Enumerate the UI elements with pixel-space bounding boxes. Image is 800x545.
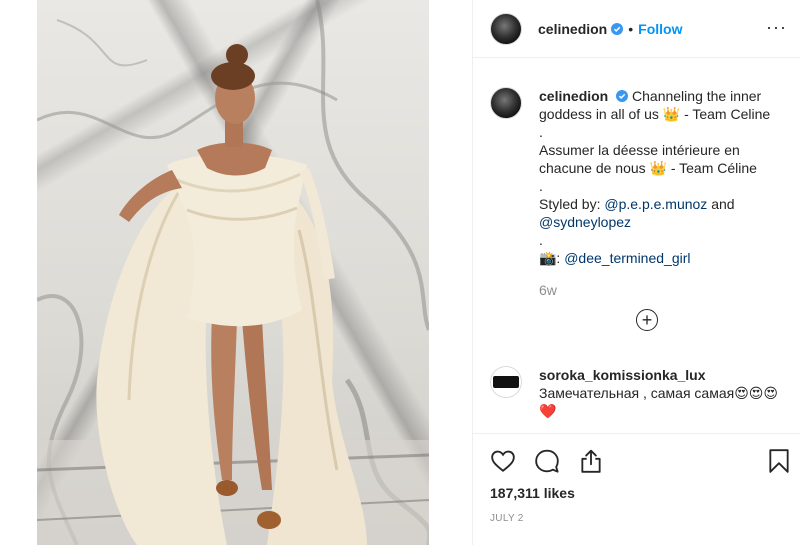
mention-link[interactable]: @dee_termined_girl xyxy=(564,250,690,266)
verified-badge-icon xyxy=(611,22,624,35)
caption-and: and xyxy=(707,196,735,212)
comment-body: soroka_komissionka_lux Замечательная , с… xyxy=(539,366,790,420)
post-actions: 187,311 likes JULY 2 xyxy=(473,433,800,545)
load-more-comments-icon[interactable]: + xyxy=(636,309,658,331)
camera-emoji: 📸: xyxy=(539,250,565,266)
caption: celinedion Channeling the inner goddess … xyxy=(490,87,790,267)
mention-link[interactable]: @sydneylopez xyxy=(539,214,631,230)
post-header: celinedion • Follow ··· xyxy=(473,0,800,58)
post-side-panel: celinedion • Follow ··· celinedion Chann… xyxy=(472,0,800,545)
caption-separator: . xyxy=(539,232,543,248)
post-date[interactable]: JULY 2 xyxy=(490,513,524,524)
post-media-area xyxy=(0,0,472,545)
caption-author-avatar[interactable] xyxy=(490,87,522,119)
bookmark-icon[interactable] xyxy=(766,448,792,474)
caption-separator: . xyxy=(539,178,543,194)
follow-button[interactable]: Follow xyxy=(638,21,682,37)
verified-badge-icon xyxy=(616,90,629,102)
caption-separator: . xyxy=(539,124,543,140)
likes-count[interactable]: 187,311 likes xyxy=(490,485,575,501)
commenter-avatar[interactable] xyxy=(490,366,522,398)
post-photo[interactable] xyxy=(37,0,429,545)
heart-icon[interactable] xyxy=(490,448,516,474)
author-username[interactable]: celinedion xyxy=(538,21,607,37)
commenter-logo xyxy=(493,376,519,388)
post-time-ago[interactable]: 6w xyxy=(539,282,557,298)
photo-illustration xyxy=(37,0,429,545)
caption-styled-by: Styled by: xyxy=(539,196,605,212)
more-options-icon[interactable]: ··· xyxy=(766,18,787,36)
caption-username[interactable]: celinedion xyxy=(539,88,608,104)
comment-icon[interactable] xyxy=(534,448,560,474)
comment: soroka_komissionka_lux Замечательная , с… xyxy=(490,366,790,420)
commenter-username[interactable]: soroka_komissionka_lux xyxy=(539,366,790,384)
comment-text: Замечательная , самая самая😍😍😍❤️ xyxy=(539,385,778,419)
share-icon[interactable] xyxy=(578,448,604,474)
mention-link[interactable]: @p.e.p.e.munoz xyxy=(604,196,707,212)
caption-text: celinedion Channeling the inner goddess … xyxy=(539,87,790,267)
header-separator: • xyxy=(628,20,634,37)
caption-line-2: Assumer la déesse intérieure en chacune … xyxy=(539,142,757,176)
author-avatar[interactable] xyxy=(490,12,522,45)
